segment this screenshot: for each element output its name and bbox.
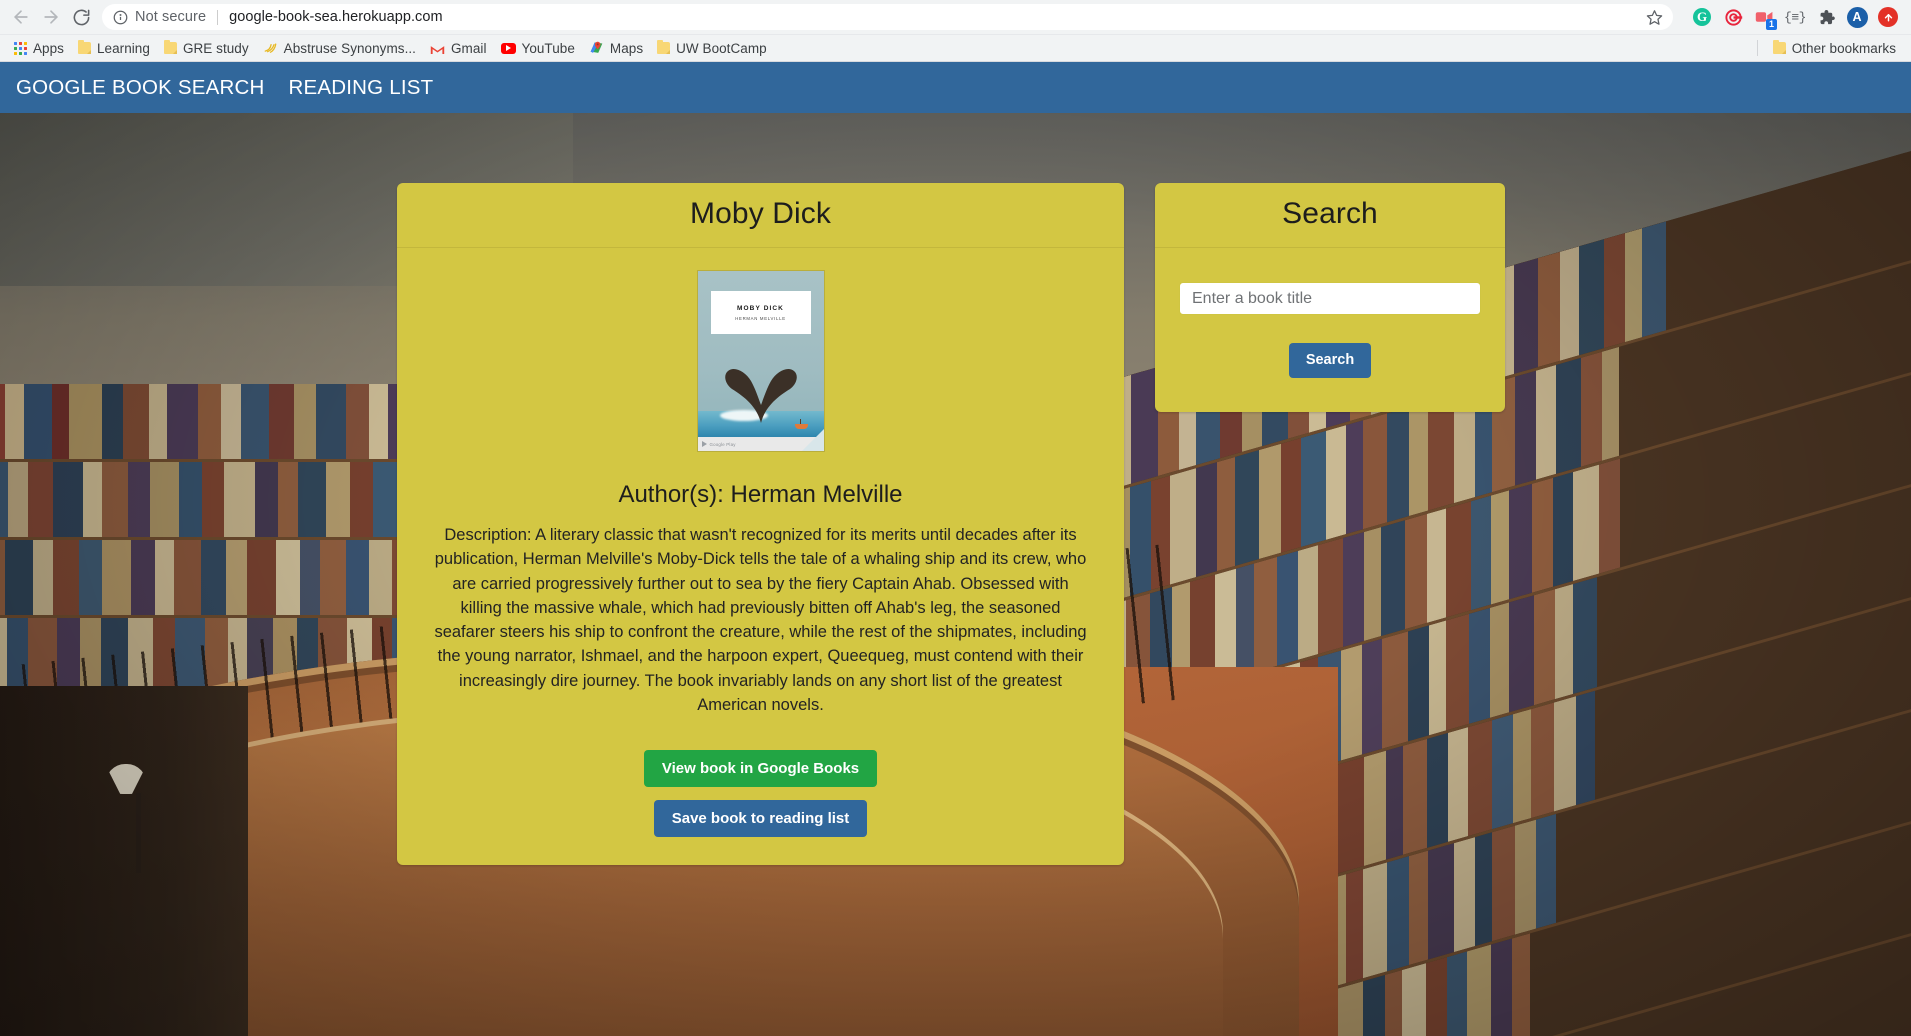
omnibox-divider — [217, 9, 219, 25]
maps-icon — [589, 40, 604, 57]
bookmark-uw-bootcamp[interactable]: UW BootCamp — [650, 38, 774, 59]
folder-icon — [1772, 40, 1786, 54]
book-card-body: MOBY DICK HERMAN MELVILLE Google Play Au… — [397, 248, 1124, 865]
apps-grid-icon — [14, 41, 27, 55]
profile-avatar[interactable]: A — [1846, 6, 1868, 28]
extensions-strip: G 1 {≡} A — [1691, 6, 1899, 30]
abstruse-site-icon — [263, 40, 278, 57]
target-extension-icon[interactable] — [1722, 6, 1744, 28]
view-book-in-google-books-button[interactable]: View book in Google Books — [643, 750, 878, 787]
cover-title-box: MOBY DICK HERMAN MELVILLE — [710, 291, 811, 334]
youtube-icon — [500, 42, 516, 54]
book-authors: Author(s): Herman Melville — [618, 481, 903, 508]
book-description: Description: A literary classic that was… — [434, 526, 1087, 714]
not-secure-info-icon[interactable] — [113, 10, 128, 25]
back-arrow-icon[interactable] — [6, 2, 36, 32]
search-card-header: Search — [1155, 183, 1505, 248]
bookmarks-divider — [1756, 40, 1758, 56]
forward-arrow-icon[interactable] — [36, 2, 66, 32]
nav-brand-google-book-search[interactable]: GOOGLE BOOK SEARCH — [6, 74, 275, 102]
grammarly-extension-icon[interactable]: G — [1691, 6, 1713, 28]
folder-icon — [163, 40, 177, 54]
other-bookmarks-button[interactable]: Other bookmarks — [1766, 38, 1903, 59]
site-navbar: GOOGLE BOOK SEARCH READING LIST — [0, 62, 1911, 113]
bookmark-label: UW BootCamp — [676, 40, 767, 56]
update-chrome-icon[interactable] — [1877, 6, 1899, 28]
bookmark-apps[interactable]: Apps — [7, 38, 71, 59]
search-card: Search Search — [1155, 183, 1505, 412]
cover-title-text: MOBY DICK — [737, 304, 784, 312]
cover-source-label: Google Play — [709, 441, 736, 447]
bookmark-star-icon[interactable] — [1638, 9, 1663, 26]
other-bookmarks-label: Other bookmarks — [1791, 40, 1896, 56]
book-detail-card: Moby Dick MOBY DICK HERMAN MELVILLE Goog… — [397, 183, 1124, 865]
google-play-icon — [701, 441, 707, 447]
security-status-label: Not secure — [135, 9, 207, 25]
bookmarks-bar: Apps Learning GRE study Abstruse Synonym… — [0, 34, 1911, 61]
book-cover-thumbnail: MOBY DICK HERMAN MELVILLE Google Play — [696, 270, 825, 452]
browser-chrome: Not secure google-book-sea.herokuapp.com… — [0, 0, 1911, 62]
video-recorder-badge: 1 — [1766, 19, 1777, 30]
search-heading: Search — [1282, 197, 1378, 230]
url-text: google-book-sea.herokuapp.com — [229, 9, 443, 25]
bookmark-label: YouTube — [521, 40, 575, 56]
json-formatter-extension-icon[interactable]: {≡} — [1784, 6, 1806, 28]
search-submit-button[interactable]: Search — [1288, 343, 1372, 378]
bookmark-label: Apps — [33, 40, 64, 56]
bookmark-label: Gmail — [450, 40, 487, 56]
book-card-header: Moby Dick — [397, 183, 1124, 248]
whale-tail-icon — [724, 369, 797, 423]
save-book-to-reading-list-button[interactable]: Save book to reading list — [653, 800, 868, 837]
bookmark-gmail[interactable]: Gmail — [423, 38, 494, 59]
bookmark-learning[interactable]: Learning — [71, 38, 157, 59]
folder-icon — [657, 40, 671, 54]
address-bar[interactable]: Not secure google-book-sea.herokuapp.com — [102, 4, 1673, 30]
bookmark-label: GRE study — [182, 40, 249, 56]
bookmark-label: Maps — [609, 40, 644, 56]
bookmark-youtube[interactable]: YouTube — [494, 38, 582, 59]
bookmark-maps[interactable]: Maps — [582, 37, 650, 60]
cover-page-curl — [801, 429, 824, 451]
page-viewport: GOOGLE BOOK SEARCH READING LIST Moby Dic… — [0, 62, 1911, 1036]
bookmark-label: Abstruse Synonyms... — [283, 40, 416, 56]
bookmark-abstruse-synonyms[interactable]: Abstruse Synonyms... — [256, 37, 423, 60]
extensions-puzzle-icon[interactable] — [1815, 6, 1837, 28]
gmail-icon — [430, 43, 445, 54]
folder-icon — [77, 40, 91, 54]
cover-author-text: HERMAN MELVILLE — [735, 315, 786, 321]
video-recorder-extension-icon[interactable]: 1 — [1753, 6, 1777, 30]
nav-link-reading-list[interactable]: READING LIST — [279, 74, 444, 102]
bookmark-gre-study[interactable]: GRE study — [157, 38, 256, 59]
book-cover-art: MOBY DICK HERMAN MELVILLE Google Play — [697, 271, 824, 451]
browser-toolbar: Not secure google-book-sea.herokuapp.com… — [0, 0, 1911, 34]
search-card-body: Search — [1155, 248, 1505, 412]
search-input[interactable] — [1179, 282, 1481, 315]
bookmark-label: Learning — [96, 40, 150, 56]
book-action-buttons: View book in Google Books Save book to r… — [423, 750, 1098, 837]
reload-icon[interactable] — [66, 2, 96, 32]
book-title: Moby Dick — [690, 197, 831, 230]
